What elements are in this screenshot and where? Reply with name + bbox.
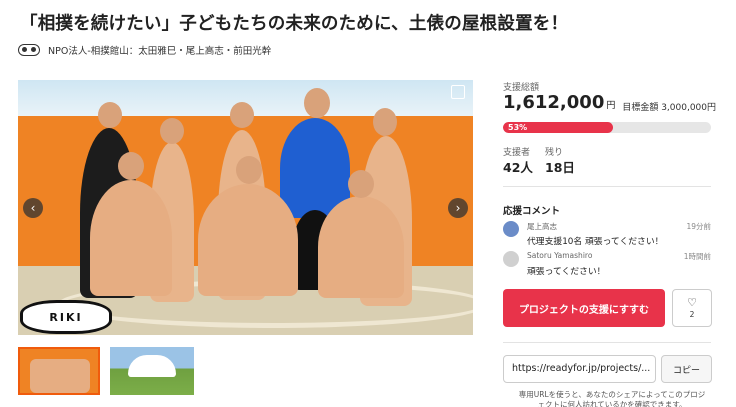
commenter-avatar[interactable] xyxy=(503,251,519,267)
commenter-name[interactable]: Satoru Yamashiro xyxy=(527,251,592,260)
goal-amount: 目標金額 3,000,000円 xyxy=(622,103,716,113)
divider xyxy=(503,186,711,187)
organizer-row: NPO法人-相撲館山： 太田雅巳・尾上高志・前田光幹 xyxy=(18,42,271,58)
comment-time: 1時間前 xyxy=(683,252,711,261)
supporters-count: 42人 xyxy=(503,160,533,175)
club-logo: RIKI xyxy=(20,300,112,334)
raised-unit: 円 xyxy=(606,101,616,111)
photo-head xyxy=(348,170,374,198)
commenter-name[interactable]: 尾上高志 xyxy=(527,221,557,232)
raised-amount: 1,612,000 円 xyxy=(503,92,615,113)
comments-title: 応援コメント xyxy=(503,206,561,217)
photo-head xyxy=(304,88,330,118)
comment-time: 19分前 xyxy=(686,222,711,231)
comment-text: 頑張ってください！ xyxy=(527,267,606,277)
remaining-days: 18日 xyxy=(545,160,575,175)
organization-name[interactable]: NPO法人-相撲館山： xyxy=(48,43,138,57)
photo-person xyxy=(90,180,172,296)
photo-person xyxy=(198,184,298,296)
progress-fill: 53% xyxy=(503,122,614,133)
favorite-count: 2 xyxy=(689,310,695,319)
progress-bar: 53% xyxy=(503,122,711,133)
copy-url-button[interactable]: コピー xyxy=(661,355,712,383)
expand-icon[interactable] xyxy=(451,85,465,99)
support-project-button[interactable]: プロジェクトの支援にすすむ xyxy=(503,289,665,327)
share-note: 専用URLを使うと、あなたのシェアによってこのプロジェクトに何人訪れているかを確… xyxy=(518,390,706,407)
main-project-photo[interactable]: RIKI ‹ › xyxy=(18,80,473,335)
gallery-thumbnail-2[interactable] xyxy=(110,347,194,395)
gallery-thumbnail-1[interactable] xyxy=(18,347,100,395)
photo-head xyxy=(98,102,122,128)
favorite-button[interactable]: ♡ 2 xyxy=(672,289,712,327)
project-owners: 太田雅巳・尾上高志・前田光幹 xyxy=(138,46,272,57)
photo-head xyxy=(160,118,184,144)
heart-icon: ♡ xyxy=(687,296,697,309)
divider xyxy=(503,342,711,343)
photo-head xyxy=(230,102,254,128)
photo-head xyxy=(118,152,144,180)
commenter-avatar[interactable] xyxy=(503,221,519,237)
photo-head xyxy=(373,108,397,136)
next-photo-button[interactable]: › xyxy=(448,198,468,218)
organization-logo-icon xyxy=(18,44,40,56)
thumbnail-people xyxy=(30,359,90,393)
photo-head xyxy=(236,156,262,184)
raised-amount-value: 1,612,000 xyxy=(503,92,605,113)
previous-photo-button[interactable]: ‹ xyxy=(23,198,43,218)
funding-panel: 支援総額 1,612,000 円 目標金額 3,000,000円 53% 支援者 … xyxy=(503,0,716,407)
photo-person xyxy=(318,196,404,298)
share-url-field[interactable]: https://readyfor.jp/projects/... xyxy=(503,355,656,383)
thumbnail-tent xyxy=(128,355,176,377)
comment-text: 代理支援10名 頑張ってください！ xyxy=(527,237,664,247)
